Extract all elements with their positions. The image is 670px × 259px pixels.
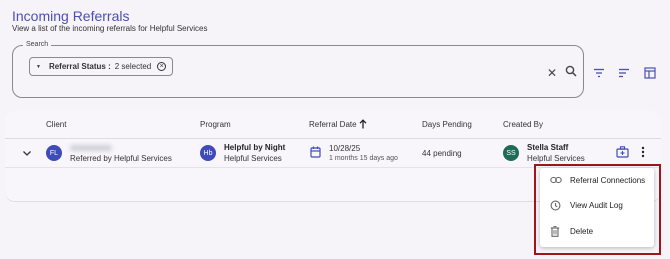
- creator-name: Stella Staff: [527, 143, 569, 152]
- column-header-client[interactable]: Client: [46, 120, 66, 129]
- menu-item-referral-connections[interactable]: Referral Connections: [540, 168, 654, 192]
- page-subtitle: View a list of the incoming referrals fo…: [12, 24, 208, 33]
- menu-item-label: View Audit Log: [570, 200, 623, 210]
- menu-item-label: Referral Connections: [570, 175, 646, 185]
- filter-icon[interactable]: [593, 68, 605, 78]
- sort-icon[interactable]: [618, 68, 630, 78]
- menu-item-delete[interactable]: Delete: [540, 219, 654, 243]
- columns-icon[interactable]: [644, 67, 656, 79]
- days-pending: 44 pending: [422, 149, 462, 158]
- chevron-down-icon[interactable]: [22, 150, 32, 157]
- program-org: Helpful Services: [224, 154, 282, 163]
- column-header-referral-date[interactable]: Referral Date: [309, 120, 357, 129]
- client-avatar: FL: [46, 145, 62, 161]
- program-name: Helpful by Night: [224, 143, 286, 152]
- link-icon: [550, 176, 562, 184]
- page-title: Incoming Referrals: [12, 8, 130, 24]
- referral-action-icon[interactable]: [616, 146, 629, 158]
- program-avatar: Hb: [200, 145, 216, 161]
- client-referred-by: Referred by Helpful Services: [70, 154, 172, 163]
- row-actions-menu: Referral Connections View Audit Log Dele…: [540, 168, 654, 247]
- menu-item-label: Delete: [570, 226, 594, 236]
- history-icon: [550, 200, 561, 210]
- creator-org: Helpful Services: [527, 154, 585, 163]
- header-divider: [5, 138, 661, 139]
- more-options-icon[interactable]: [641, 146, 645, 158]
- sort-ascending-icon[interactable]: [359, 119, 367, 129]
- calendar-icon: [310, 146, 321, 158]
- search-label: Search: [23, 41, 52, 48]
- clear-search-icon[interactable]: ✕: [547, 66, 557, 80]
- column-header-program[interactable]: Program: [200, 120, 231, 129]
- search-box[interactable]: Search ▼ Referral Status : 2 selected × …: [12, 41, 584, 98]
- chip-remove-icon[interactable]: ×: [157, 62, 167, 71]
- menu-item-view-audit-log[interactable]: View Audit Log: [540, 193, 654, 217]
- referral-status-chip[interactable]: ▼ Referral Status : 2 selected ×: [29, 57, 174, 76]
- chip-value: 2 selected: [114, 62, 152, 71]
- creator-avatar: SS: [503, 145, 519, 161]
- chip-caret-icon[interactable]: ▼: [36, 64, 41, 70]
- referral-date: 10/28/25: [329, 144, 361, 153]
- trash-icon: [550, 225, 560, 237]
- column-header-days-pending[interactable]: Days Pending: [422, 120, 472, 129]
- client-name-redacted: [70, 145, 112, 151]
- chip-label: Referral Status :: [48, 62, 111, 71]
- column-header-created-by[interactable]: Created By: [503, 120, 543, 129]
- referral-date-relative: 1 months 15 days ago: [329, 155, 398, 162]
- search-icon[interactable]: [565, 65, 577, 77]
